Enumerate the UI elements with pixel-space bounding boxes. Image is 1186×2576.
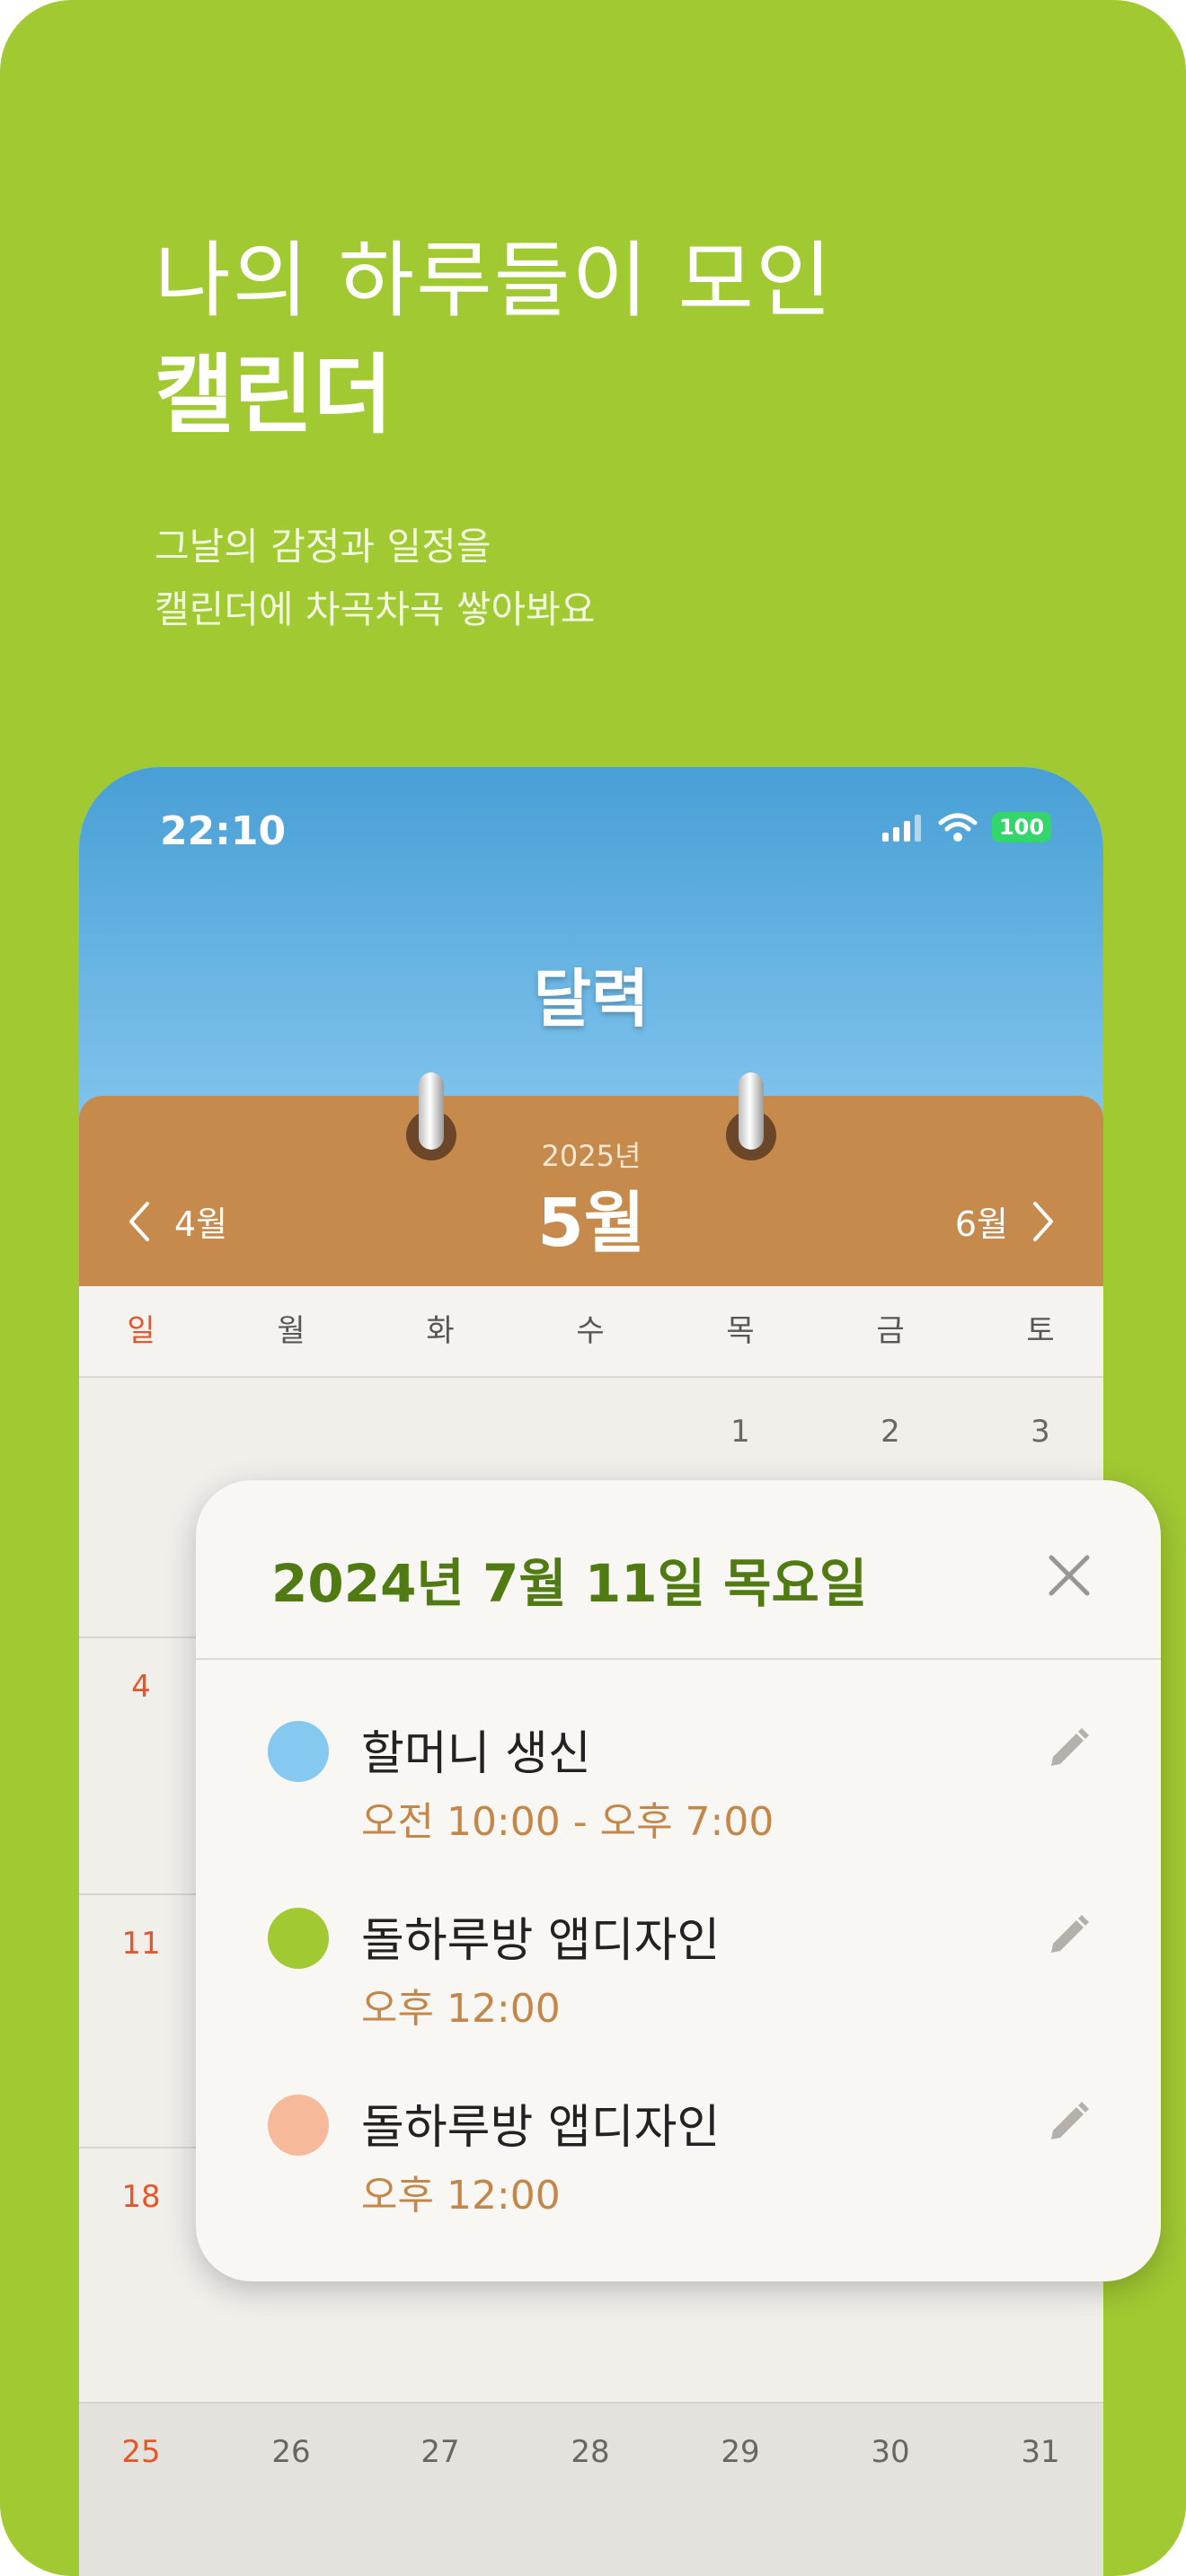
calendar-day[interactable]: 2	[859, 1414, 922, 1450]
day-schedule-modal: 2024년 7월 11일 목요일 할머니 생신 오전 10:00 - 오후 7:…	[196, 1480, 1161, 2281]
prev-month-button[interactable]: 4월	[128, 1196, 227, 1246]
pencil-icon	[1051, 1915, 1089, 1953]
event-title: 돌하루방 앱디자인	[361, 1914, 721, 1968]
promo-page: 나의 하루들이 모인 캘린더 그날의 감정과 일정을 캘린더에 차곡차곡 쌓아봐…	[0, 0, 1186, 2576]
calendar-day[interactable]: 4	[110, 1669, 173, 1705]
next-month-label: 6월	[954, 1204, 1008, 1244]
promo-subtitle-line2: 캘린더에 차곡차곡 쌓아봐요	[155, 587, 596, 631]
event-time: 오전 10:00 - 오후 7:00	[361, 1799, 774, 1845]
event-item[interactable]: 돌하루방 앱디자인 오후 12:00	[268, 2089, 1094, 2251]
event-time: 오후 12:00	[361, 2173, 561, 2219]
sky-header: 22:10 100 달력	[79, 767, 1103, 1126]
next-month-button[interactable]: 6월	[955, 1196, 1055, 1246]
close-button[interactable]	[1042, 1548, 1096, 1602]
cellular-signal-icon	[882, 815, 921, 842]
calendar-day[interactable]: 26	[260, 2434, 323, 2470]
pencil-icon	[1051, 1728, 1089, 1766]
event-title: 할머니 생신	[361, 1727, 591, 1781]
weekday-thu: 목	[726, 1313, 755, 1349]
weekday-fri: 금	[876, 1313, 905, 1349]
event-time: 오후 12:00	[361, 1986, 561, 2032]
status-time: 22:10	[160, 808, 287, 854]
modal-divider	[196, 1658, 1161, 1660]
screen-title: 달력	[533, 962, 650, 1036]
event-title: 돌하루방 앱디자인	[361, 2101, 721, 2155]
calendar-day[interactable]: 1	[709, 1414, 772, 1450]
week-divider	[79, 2402, 1103, 2404]
calendar-day[interactable]: 11	[110, 1926, 173, 1962]
calendar-day[interactable]: 25	[110, 2434, 173, 2470]
edit-event-button[interactable]	[1040, 1910, 1094, 1963]
edit-event-button[interactable]	[1040, 2096, 1094, 2150]
weekday-sat: 토	[1026, 1313, 1055, 1349]
event-color-dot	[268, 1721, 329, 1782]
edit-event-button[interactable]	[1040, 1723, 1094, 1777]
calendar-day[interactable]: 31	[1009, 2434, 1072, 2470]
promo-subtitle-line1: 그날의 감정과 일정을	[155, 525, 491, 569]
calendar-last-week-band	[79, 2404, 1103, 2576]
event-color-dot	[268, 2095, 329, 2156]
promo-headline-line2: 캘린더	[155, 345, 393, 446]
promo-headline-line1: 나의 하루들이 모인	[155, 233, 834, 329]
event-color-dot	[268, 1908, 329, 1969]
weekday-wed: 수	[576, 1313, 605, 1349]
battery-icon: 100	[992, 812, 1051, 842]
event-item[interactable]: 돌하루방 앱디자인 오후 12:00	[268, 1902, 1094, 2064]
calendar-day[interactable]: 18	[110, 2179, 173, 2215]
pencil-icon	[1051, 2102, 1089, 2139]
modal-date-title: 2024년 7월 11일 목요일	[271, 1553, 868, 1614]
weekday-sun: 일	[127, 1313, 155, 1349]
calendar-month: 5월	[537, 1185, 645, 1262]
calendar-day[interactable]: 3	[1009, 1414, 1072, 1450]
event-item[interactable]: 할머니 생신 오전 10:00 - 오후 7:00	[268, 1716, 1094, 1877]
calendar-day[interactable]: 29	[709, 2434, 772, 2470]
chevron-right-icon	[1033, 1201, 1053, 1241]
calendar-day[interactable]: 28	[559, 2434, 622, 2470]
status-icons: 100	[881, 812, 1051, 842]
calendar-header-board: 2025년 5월 4월 6월	[79, 1072, 1103, 1286]
wifi-icon	[938, 813, 978, 842]
weekday-header: 일 월 화 수 목 금 토	[79, 1286, 1103, 1378]
calendar-day[interactable]: 27	[409, 2434, 472, 2470]
calendar-day[interactable]: 30	[859, 2434, 922, 2470]
weekday-tue: 화	[426, 1313, 455, 1349]
close-icon	[1049, 1555, 1090, 1596]
chevron-left-icon	[129, 1201, 149, 1241]
weekday-mon: 월	[277, 1313, 305, 1349]
prev-month-label: 4월	[174, 1204, 228, 1244]
